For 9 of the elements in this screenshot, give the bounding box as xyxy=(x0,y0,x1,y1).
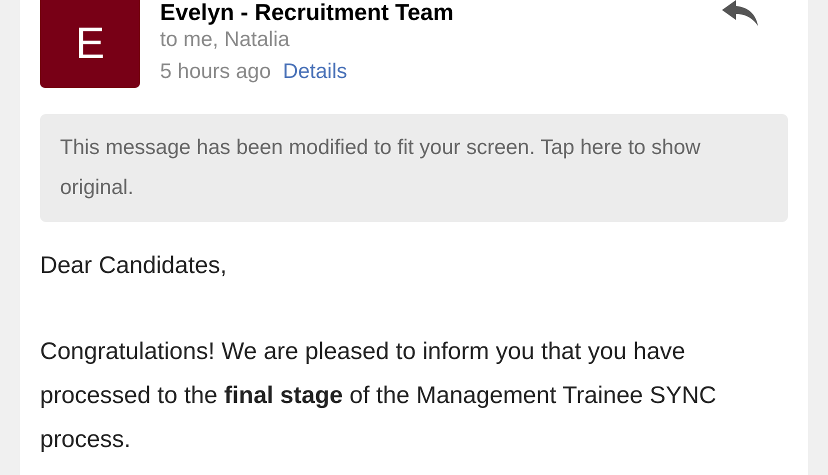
details-link[interactable]: Details xyxy=(282,56,348,88)
timestamp: 5 hours ago xyxy=(160,59,271,85)
message-paragraph: Congratulations! We are pleased to inform you that you have processed to the final stage of the Management Trainee SYNC process. xyxy=(40,337,718,455)
sender-avatar: E xyxy=(40,0,140,88)
reply-icon[interactable] xyxy=(722,0,758,26)
modified-notice[interactable]: This message has been modified to fit your screen. Tap here to show original. xyxy=(40,114,788,222)
recipients: to me, Natalia xyxy=(160,27,291,53)
sender-name: Evelyn - Recruitment Team xyxy=(160,0,455,24)
message-paragraph: Dear Candidates, xyxy=(40,251,228,281)
